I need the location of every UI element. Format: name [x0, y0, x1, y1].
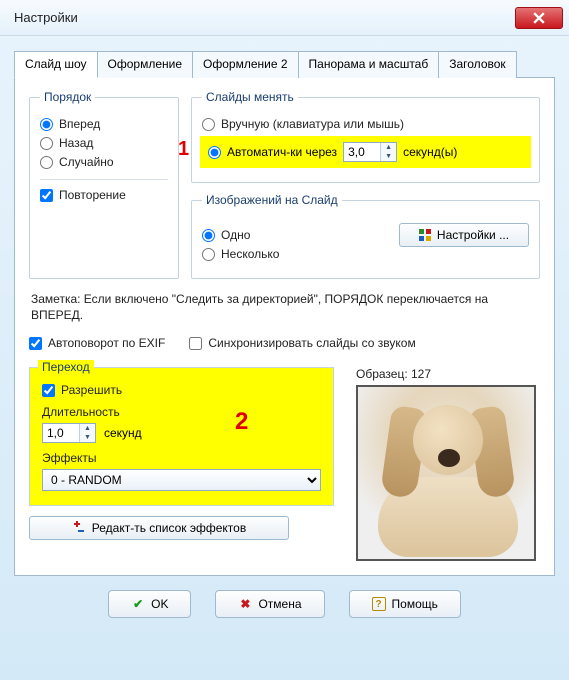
sample-area: Образец: 127: [356, 367, 536, 561]
radio-manual-label: Вручную (клавиатура или мышь): [221, 117, 404, 131]
radio-forward-label: Вперед: [59, 117, 100, 131]
close-icon: [533, 12, 545, 24]
radio-random-label: Случайно: [59, 155, 114, 169]
duration-spin-arrows[interactable]: ▲ ▼: [79, 424, 95, 442]
radio-many-images[interactable]: Несколько: [202, 247, 385, 261]
radio-back-input[interactable]: [40, 137, 53, 150]
tab-style[interactable]: Оформление: [97, 51, 193, 78]
check-repeat-input[interactable]: [40, 189, 53, 202]
help-button[interactable]: ? Помощь: [349, 590, 461, 618]
close-button[interactable]: [515, 7, 563, 29]
radio-back-label: Назад: [59, 136, 93, 150]
radio-auto-label: Автоматич-ки через: [227, 145, 337, 159]
tab-pan-zoom[interactable]: Панорама и масштаб: [298, 51, 440, 78]
ips-settings-label: Настройки ...: [437, 228, 509, 242]
radio-manual[interactable]: Вручную (клавиатура или мышь): [202, 117, 529, 131]
radio-forward[interactable]: Вперед: [40, 117, 168, 131]
spin-down-icon[interactable]: ▼: [381, 152, 396, 161]
auto-seconds-input[interactable]: [344, 143, 380, 161]
check-icon: ✔: [131, 597, 145, 611]
transition-group: Переход 2 Разрешить Длительность ▲ ▼: [29, 367, 334, 506]
duration-input[interactable]: [43, 424, 79, 442]
titlebar: Настройки: [0, 0, 569, 36]
check-exif-input[interactable]: [29, 337, 42, 350]
radio-manual-input[interactable]: [202, 118, 215, 131]
grid-icon: [419, 229, 431, 241]
spin-up-icon[interactable]: ▲: [381, 143, 396, 152]
auto-row: 1 Автоматич-ки через ▲ ▼ секунд(ы): [200, 136, 531, 168]
effects-label: Эффекты: [42, 451, 321, 465]
transition-legend: Переход: [38, 360, 94, 374]
auto-seconds-spinner[interactable]: ▲ ▼: [343, 142, 397, 162]
spin-arrows[interactable]: ▲ ▼: [380, 143, 396, 161]
tab-caption[interactable]: Заголовок: [438, 51, 516, 78]
check-exif-label: Автоповорот по EXIF: [48, 336, 165, 350]
tabbar: Слайд шоу Оформление Оформление 2 Панора…: [14, 51, 555, 78]
order-legend: Порядок: [40, 90, 95, 104]
check-repeat-label: Повторение: [59, 188, 126, 202]
radio-random[interactable]: Случайно: [40, 155, 168, 169]
spin-up-icon[interactable]: ▲: [80, 424, 95, 433]
duration-suffix: секунд: [104, 426, 142, 440]
check-enable-transition[interactable]: Разрешить: [42, 383, 321, 397]
bottom-bar: ✔ OK ✖ Отмена ? Помощь: [14, 576, 555, 626]
edit-effects-label: Редакт-ть список эффектов: [92, 521, 246, 535]
radio-one-image[interactable]: Одно: [202, 228, 385, 242]
check-sync-label: Синхронизировать слайды со звуком: [208, 336, 415, 350]
change-legend: Слайды менять: [202, 90, 298, 104]
question-icon: ?: [372, 597, 386, 611]
radio-one-image-label: Одно: [221, 228, 250, 242]
change-group: Слайды менять Вручную (клавиатура или мы…: [191, 90, 540, 183]
radio-one-image-input[interactable]: [202, 229, 215, 242]
check-sync[interactable]: Синхронизировать слайды со звуком: [189, 336, 415, 350]
check-repeat[interactable]: Повторение: [40, 188, 168, 202]
ok-button[interactable]: ✔ OK: [108, 590, 191, 618]
duration-spinner[interactable]: ▲ ▼: [42, 423, 96, 443]
check-sync-input[interactable]: [189, 337, 202, 350]
radio-many-images-input[interactable]: [202, 248, 215, 261]
annotation-1-marker: 1: [178, 138, 189, 161]
check-exif[interactable]: Автоповорот по EXIF: [29, 336, 165, 350]
sample-label: Образец: 127: [356, 367, 536, 381]
ok-label: OK: [151, 597, 168, 611]
check-enable-transition-label: Разрешить: [61, 383, 122, 397]
auto-seconds-suffix: секунд(ы): [403, 145, 457, 159]
tab-style2[interactable]: Оформление 2: [192, 51, 299, 78]
radio-many-images-label: Несколько: [221, 247, 279, 261]
check-enable-transition-input[interactable]: [42, 384, 55, 397]
effects-select[interactable]: 0 - RANDOM: [42, 469, 321, 491]
help-label: Помощь: [392, 597, 438, 611]
annotation-2-marker: 2: [235, 408, 248, 436]
window-title: Настройки: [14, 10, 78, 25]
sample-image: [356, 385, 536, 561]
ips-settings-button[interactable]: Настройки ...: [399, 223, 529, 247]
order-group: Порядок Вперед Назад Случайно Повторение: [29, 90, 179, 279]
cancel-label: Отмена: [258, 597, 301, 611]
x-icon: ✖: [238, 597, 252, 611]
radio-random-input[interactable]: [40, 156, 53, 169]
radio-auto-input[interactable]: [208, 146, 221, 159]
duration-label: Длительность: [42, 405, 321, 419]
images-per-slide-group: Изображений на Слайд Одно Несколько: [191, 193, 540, 279]
tab-slideshow[interactable]: Слайд шоу: [14, 51, 98, 78]
radio-forward-input[interactable]: [40, 118, 53, 131]
spin-down-icon[interactable]: ▼: [80, 433, 95, 442]
note-text: Заметка: Если включено "Следить за дирек…: [31, 291, 538, 323]
cancel-button[interactable]: ✖ Отмена: [215, 590, 324, 618]
ips-legend: Изображений на Слайд: [202, 193, 342, 207]
edit-effects-button[interactable]: Редакт-ть список эффектов: [29, 516, 289, 540]
tab-content: Порядок Вперед Назад Случайно Повторение: [14, 77, 555, 576]
radio-back[interactable]: Назад: [40, 136, 168, 150]
edit-icon: [72, 520, 86, 537]
